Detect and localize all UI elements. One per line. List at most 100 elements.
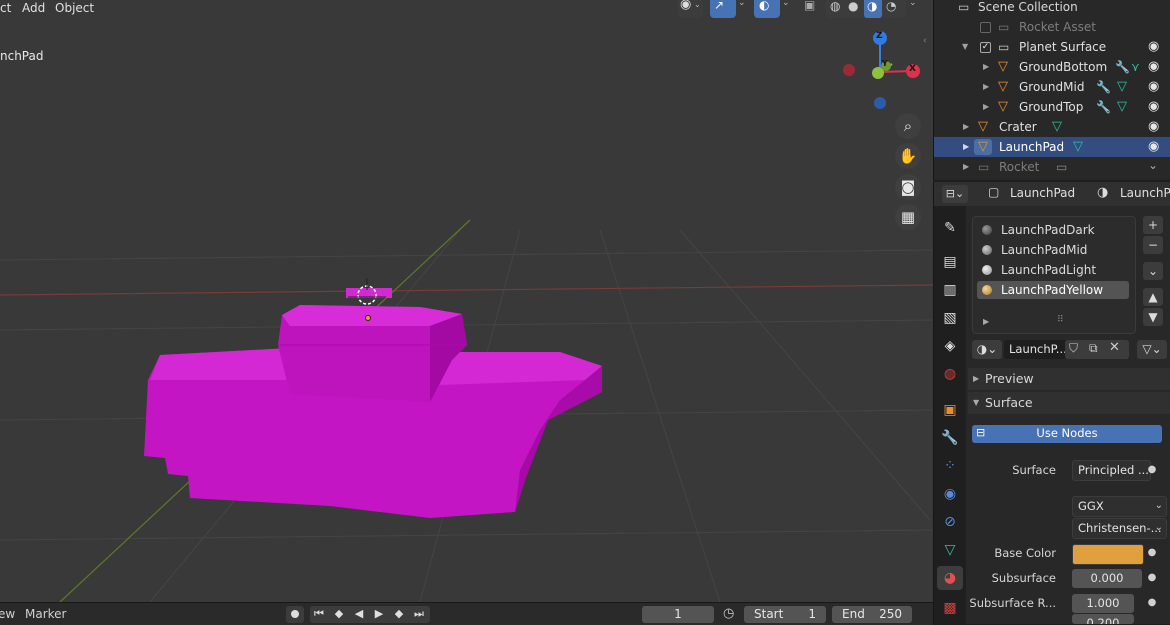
wireframe-shading-icon[interactable]: ◍ bbox=[830, 0, 840, 13]
material-slot[interactable]: LaunchPadDark bbox=[977, 221, 1129, 239]
expand-arrow-icon[interactable]: ▶ bbox=[983, 57, 989, 77]
tab-constraints[interactable]: ⊘ bbox=[937, 510, 963, 534]
end-frame-field[interactable]: End 250 bbox=[832, 606, 912, 623]
tab-physics[interactable]: ◉ bbox=[937, 482, 963, 506]
expand-arrow-icon[interactable]: ▶ bbox=[983, 77, 989, 97]
tab-particles[interactable]: ⁘ bbox=[937, 454, 963, 478]
material-slot[interactable]: LaunchPadMid bbox=[977, 241, 1129, 259]
outliner-item-rocket[interactable]: ▶ ▭ Rocket ▭ ⌄ bbox=[934, 157, 1170, 177]
base-color-swatch[interactable] bbox=[1072, 544, 1144, 565]
surface-panel-header[interactable]: ▼ Surface bbox=[968, 392, 1170, 414]
menu-view[interactable]: ew bbox=[0, 603, 15, 625]
jump-end-icon[interactable]: ⏭ bbox=[411, 606, 427, 622]
eye-icon[interactable]: ◉ bbox=[1148, 57, 1159, 77]
chevron-down-icon[interactable]: ⌄ bbox=[738, 0, 746, 8]
duplicate-icon[interactable]: ⧉ bbox=[1089, 341, 1098, 356]
outliner-item-groundmid[interactable]: ▶ ▽ GroundMid 🔧 ▽ ◉ bbox=[934, 77, 1170, 97]
jump-start-icon[interactable]: ⏮ bbox=[311, 606, 327, 622]
material-slot-selected[interactable]: LaunchPadYellow bbox=[977, 281, 1129, 299]
3d-viewport[interactable]: Z X Y ct Add Object nchPad ◉ ⌄ ↗ ⌄ ◐ ⌄ ▣… bbox=[0, 0, 933, 602]
eye-icon[interactable]: ◉ bbox=[1148, 117, 1159, 137]
prev-keyframe-icon[interactable]: ◆ bbox=[331, 606, 347, 622]
include-checkbox[interactable]: ✓ bbox=[980, 42, 991, 53]
fake-user-shield-icon[interactable]: ⛉ bbox=[1069, 341, 1078, 356]
solid-shading-icon[interactable]: ● bbox=[848, 0, 858, 13]
browse-material-button[interactable]: ◑⌄ bbox=[972, 340, 1002, 359]
outliner-item-launchpad[interactable]: ▶ ▽ LaunchPad ▽ ◉ bbox=[934, 137, 1170, 157]
chevron-down-icon[interactable]: ⌄ bbox=[782, 0, 790, 8]
slot-specials-button[interactable]: ⌄ bbox=[1143, 262, 1163, 280]
start-frame-field[interactable]: Start 1 bbox=[744, 606, 826, 623]
menu-object[interactable]: Object bbox=[49, 0, 100, 16]
material-name-field[interactable]: LaunchP... bbox=[1004, 340, 1067, 359]
sidebar-toggle-icon[interactable]: ‹ bbox=[923, 36, 927, 46]
editor-type-button[interactable]: ⊟⌄ bbox=[942, 185, 968, 203]
expand-arrow-icon[interactable]: ▶ bbox=[963, 137, 969, 157]
subsurface-radius-x-field[interactable]: 1.000 bbox=[1072, 594, 1134, 613]
play-icon[interactable]: ▶ bbox=[371, 606, 387, 622]
overlays-toggle[interactable]: ◐ bbox=[754, 0, 780, 18]
expand-arrow-icon[interactable]: ▶ bbox=[963, 117, 969, 137]
eye-icon[interactable]: ◉ bbox=[1148, 137, 1159, 157]
socket-dot-icon[interactable]: ● bbox=[1143, 594, 1161, 612]
chevron-down-icon[interactable]: ⌄ bbox=[1148, 155, 1158, 175]
outliner-item-crater[interactable]: ▶ ▽ Crater ▽ ◉ bbox=[934, 117, 1170, 137]
tab-object[interactable]: ▣ bbox=[937, 398, 963, 422]
breadcrumb-object[interactable]: LaunchPad bbox=[1010, 186, 1075, 200]
move-slot-up-button[interactable]: ▲ bbox=[1143, 288, 1163, 306]
expand-arrow-icon[interactable]: ▼ bbox=[962, 37, 968, 57]
eye-icon[interactable]: ◉ bbox=[1148, 77, 1159, 97]
camera-view-button[interactable]: ◙ bbox=[895, 174, 921, 200]
tab-world[interactable]: ◍ bbox=[937, 362, 963, 386]
menu-add[interactable]: Add bbox=[16, 0, 51, 16]
outliner-item-scene-collection[interactable]: ▭ Scene Collection bbox=[934, 0, 1170, 17]
tab-texture[interactable]: ▩ bbox=[937, 596, 963, 620]
expand-arrow-icon[interactable]: ▶ bbox=[983, 97, 989, 117]
close-icon[interactable]: ✕ bbox=[1109, 340, 1120, 355]
subsurface-field[interactable]: 0.000 bbox=[1072, 569, 1142, 588]
remove-slot-button[interactable]: − bbox=[1143, 236, 1163, 254]
expand-arrow-icon[interactable]: ▶ bbox=[963, 157, 969, 177]
breadcrumb-material[interactable]: LaunchPad bbox=[1120, 186, 1170, 200]
resize-handle-icon[interactable]: ⠿ bbox=[1057, 315, 1064, 325]
current-frame-field[interactable]: 1 bbox=[642, 606, 714, 623]
clock-icon[interactable]: ◷ bbox=[723, 606, 734, 621]
surface-shader-field[interactable]: Principled ... bbox=[1072, 460, 1151, 481]
preview-panel-header[interactable]: ▶ Preview bbox=[968, 368, 1170, 390]
tab-scene[interactable]: ◈ bbox=[937, 334, 963, 358]
subsurface-method-dropdown[interactable]: Christensen-... ⌄ bbox=[1072, 518, 1167, 539]
tab-view-layer[interactable]: ▧ bbox=[937, 306, 963, 330]
tab-modifiers[interactable]: 🔧 bbox=[937, 426, 963, 450]
outliner-item-groundbottom[interactable]: ▶ ▽ GroundBottom 🔧 ⋎ ◉ bbox=[934, 57, 1170, 77]
rendered-shading-icon[interactable]: ◔ bbox=[886, 0, 896, 13]
xray-icon[interactable]: ▣ bbox=[804, 0, 815, 12]
pan-button[interactable]: ✋ bbox=[895, 143, 921, 169]
perspective-toggle-button[interactable]: ▦ bbox=[895, 204, 921, 230]
outliner[interactable]: ▭ Scene Collection ▭ Rocket Asset ▼ ✓ ▭ … bbox=[933, 0, 1170, 180]
distribution-dropdown[interactable]: GGX ⌄ bbox=[1072, 496, 1167, 517]
play-reverse-icon[interactable]: ◀ bbox=[351, 606, 367, 622]
outliner-item-groundtop[interactable]: ▶ ▽ GroundTop 🔧 ▽ ◉ bbox=[934, 97, 1170, 117]
socket-dot-icon[interactable]: ● bbox=[1143, 569, 1161, 587]
use-nodes-button[interactable]: ⊟ Use Nodes bbox=[972, 425, 1162, 443]
visibility-dropdown[interactable]: ◉ ⌄ bbox=[677, 0, 703, 18]
socket-dot-icon[interactable]: ● bbox=[1143, 461, 1161, 479]
chevron-down-icon[interactable]: ⌄ bbox=[909, 0, 917, 8]
subsurface-radius-y-field[interactable]: 0.200 bbox=[1072, 614, 1134, 624]
eye-icon[interactable]: ◉ bbox=[1148, 97, 1159, 117]
tab-data[interactable]: ▽ bbox=[937, 538, 963, 562]
tab-render[interactable]: ▤ bbox=[937, 250, 963, 274]
tab-material[interactable]: ◕ bbox=[937, 566, 963, 590]
record-button[interactable] bbox=[286, 606, 304, 623]
zoom-button[interactable]: ⌕ bbox=[895, 113, 921, 139]
gizmo-toggle[interactable]: ↗ bbox=[710, 0, 736, 18]
exclude-checkbox[interactable] bbox=[980, 22, 991, 33]
link-type-button[interactable]: ▽⌄ bbox=[1137, 340, 1167, 359]
menu-marker[interactable]: Marker bbox=[25, 603, 66, 625]
menu-select[interactable]: ct bbox=[0, 0, 17, 16]
tab-output[interactable]: ▥ bbox=[937, 278, 963, 302]
material-slot-list[interactable]: LaunchPadDark LaunchPadMid LaunchPadLigh… bbox=[972, 216, 1136, 334]
move-slot-down-button[interactable]: ▼ bbox=[1143, 308, 1163, 326]
material-slot[interactable]: LaunchPadLight bbox=[977, 261, 1129, 279]
outliner-item-planet-surface[interactable]: ▼ ✓ ▭ Planet Surface ◉ bbox=[934, 37, 1170, 57]
